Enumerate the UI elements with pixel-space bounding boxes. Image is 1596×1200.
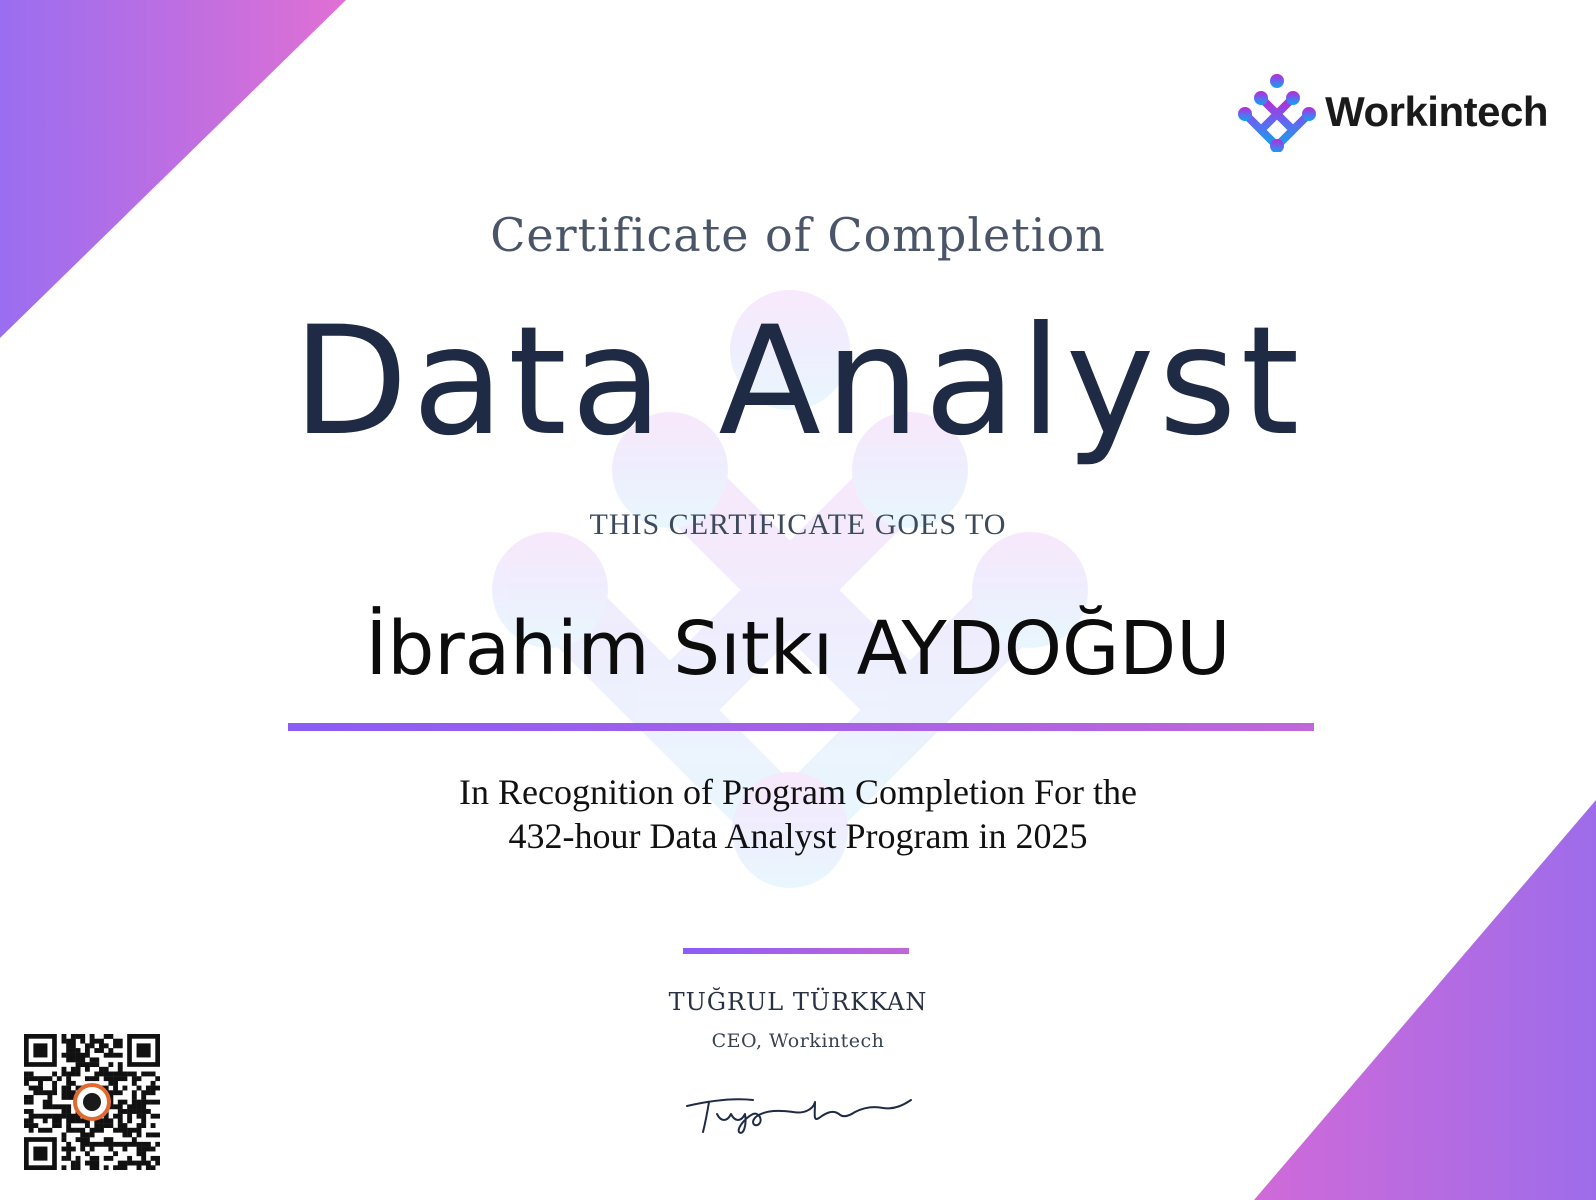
- qr-code[interactable]: [24, 1034, 160, 1170]
- signatory-title: CEO, Workintech: [711, 1030, 885, 1052]
- brand-name: Workintech: [1325, 88, 1548, 135]
- recognition-text: In Recognition of Program Completion For…: [0, 770, 1596, 858]
- certificate-intro: THIS CERTIFICATE GOES TO: [589, 508, 1007, 541]
- certificate-heading: Certificate of Completion: [490, 208, 1106, 262]
- brand: Workintech: [1237, 72, 1548, 152]
- workintech-dots-logo-icon: [1238, 74, 1317, 152]
- recognition-line-1: In Recognition of Program Completion For…: [459, 772, 1137, 812]
- handwritten-signature: [686, 1098, 912, 1134]
- certificate-page: Workintech Certificate of Completion Dat…: [0, 0, 1596, 1200]
- recipient-name: İbrahim Sıtkı AYDOĞDU: [365, 606, 1231, 692]
- signatory-name: TUĞRUL TÜRKKAN: [668, 988, 928, 1016]
- name-underline: [288, 723, 1314, 731]
- signature-divider: [683, 948, 909, 954]
- program-title: Data Analyst: [292, 295, 1304, 469]
- top-left-triangle: [0, 0, 346, 338]
- recognition-line-2: 432-hour Data Analyst Program in 2025: [508, 816, 1088, 856]
